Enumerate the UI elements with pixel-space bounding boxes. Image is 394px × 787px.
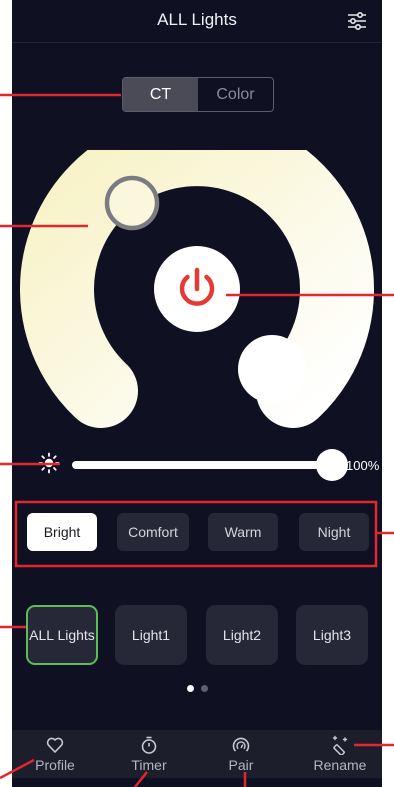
ct-end-knob: [238, 335, 306, 403]
brightness-slider[interactable]: [72, 461, 334, 469]
mode-toggle: CT Color: [122, 77, 274, 112]
tab-pair-label: Pair: [228, 757, 254, 773]
scene-bright-button[interactable]: Bright: [27, 513, 97, 551]
group-light3[interactable]: Light3: [296, 605, 368, 665]
page-dot[interactable]: [201, 685, 208, 692]
brightness-slider-handle[interactable]: [316, 449, 348, 481]
stopwatch-icon: [141, 736, 157, 754]
scene-night-button[interactable]: Night: [299, 513, 369, 551]
scene-warm-button[interactable]: Warm: [208, 513, 278, 551]
page-title: ALL Lights: [157, 10, 237, 29]
power-icon: [179, 267, 215, 306]
heart-icon: [46, 737, 64, 753]
ct-selector-ring: [104, 175, 160, 231]
tab-timer[interactable]: Timer: [109, 730, 189, 778]
header: ALL Lights: [12, 0, 382, 43]
page-dot-active: [187, 685, 194, 692]
sun-icon: [38, 452, 60, 474]
magic-wand-icon: [332, 735, 348, 755]
gauge-icon: [232, 737, 250, 752]
group-light1[interactable]: Light1: [115, 605, 187, 665]
tab-pair[interactable]: Pair: [201, 730, 281, 778]
tab-color[interactable]: Color: [198, 78, 273, 111]
tab-timer-label: Timer: [131, 757, 167, 773]
power-button[interactable]: [154, 246, 240, 332]
sliders-icon[interactable]: [346, 10, 368, 32]
app-screen: ALL Lights CT Color 100% Bright Comfort …: [12, 0, 382, 787]
tab-profile[interactable]: Profile: [15, 730, 95, 778]
tab-ct[interactable]: CT: [123, 78, 198, 111]
bottom-tab-bar: Profile Timer Pair Rename: [12, 730, 382, 778]
group-all-lights[interactable]: ALL Lights: [26, 605, 98, 665]
scene-comfort-button[interactable]: Comfort: [117, 513, 189, 551]
tab-profile-label: Profile: [35, 757, 75, 773]
brightness-value: 100%: [346, 458, 380, 473]
tab-rename-label: Rename: [313, 757, 367, 773]
tab-rename[interactable]: Rename: [300, 730, 380, 778]
group-light2[interactable]: Light2: [206, 605, 278, 665]
